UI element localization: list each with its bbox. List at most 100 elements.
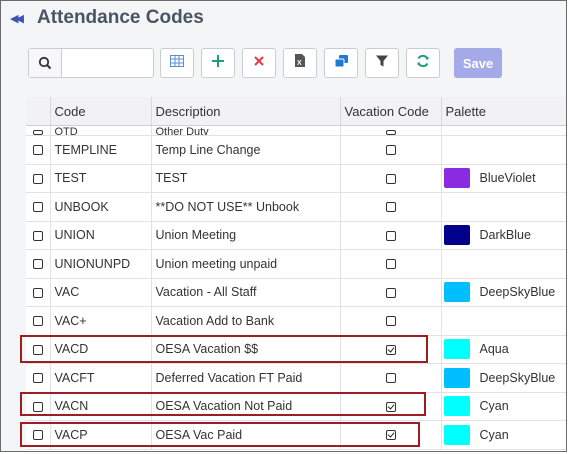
table-row[interactable]: VAC+ Vacation Add to Bank (26, 306, 566, 336)
table-row[interactable]: UNIONUNPD Union meeting unpaid (26, 249, 566, 279)
copy-icon (334, 54, 349, 73)
row-select-checkbox[interactable] (32, 401, 43, 412)
palette-cell: DeepSkyBlue (441, 363, 566, 393)
row-select-checkbox[interactable] (32, 202, 43, 213)
row-select-checkbox[interactable] (32, 430, 43, 441)
table-row[interactable]: UNION Union Meeting DarkBlue (26, 221, 566, 250)
vacation-code-column-header[interactable]: Vacation Code (340, 97, 442, 126)
filter-button[interactable] (365, 48, 399, 78)
description-cell: Vacation Add to Bank (151, 306, 341, 336)
table-row[interactable]: TEST TEST BlueViolet (26, 164, 566, 193)
search-box (28, 48, 154, 78)
description-cell: TEST (151, 164, 341, 193)
vacation-code-checkbox[interactable] (385, 344, 396, 355)
palette-cell (441, 135, 566, 165)
row-select-checkbox[interactable] (32, 145, 43, 156)
table-row[interactable]: VACFT Deferred Vacation FT Paid DeepSkyBlu… (26, 363, 566, 393)
page-title: Attendance Codes (37, 7, 204, 28)
palette-cell: BlueViolet (441, 164, 566, 193)
palette-name: Aqua (479, 342, 509, 357)
add-button[interactable] (201, 48, 235, 78)
vacation-code-checkbox[interactable] (385, 173, 396, 184)
table-row[interactable]: VAC Vacation - All Staff DeepSkyBlue (26, 278, 566, 307)
palette-name: DeepSkyBlue (479, 370, 556, 385)
vacation-code-checkbox[interactable] (385, 129, 396, 135)
table-row[interactable]: UNBOOK **DO NOT USE** Unbook (26, 192, 566, 222)
table-row[interactable]: OTD Other Duty (26, 125, 566, 136)
palette-column-header[interactable]: Palette (441, 97, 566, 126)
grid-view-button[interactable] (160, 48, 194, 78)
palette-name: DeepSkyBlue (479, 285, 556, 300)
palette-cell (441, 249, 566, 279)
row-select-checkbox[interactable] (32, 129, 43, 135)
row-select-checkbox[interactable] (32, 230, 43, 241)
palette-name: DarkBlue (479, 228, 531, 243)
page-header: ◀◀ Attendance Codes (1, 1, 566, 39)
code-cell: VACFT (50, 363, 152, 393)
description-cell: **DO NOT USE** Unbook (151, 192, 341, 222)
grid-icon (170, 54, 184, 72)
palette-cell (441, 306, 566, 336)
description-cell: OESA Vacation Not Paid (151, 392, 341, 421)
svg-text:X: X (297, 60, 302, 67)
double-chevron-left-icon[interactable]: ◀◀ (10, 12, 26, 26)
vacation-code-checkbox[interactable] (385, 373, 396, 384)
plus-icon (211, 54, 225, 73)
code-cell: OTD (50, 125, 152, 136)
palette-cell: Aqua (441, 335, 566, 364)
row-select-checkbox[interactable] (32, 316, 43, 327)
palette-name: Cyan (479, 399, 509, 414)
palette-cell: Cyan (441, 392, 566, 421)
vacation-code-checkbox[interactable] (385, 202, 396, 213)
export-excel-button[interactable]: X (283, 48, 317, 78)
vacation-code-checkbox[interactable] (385, 316, 396, 327)
code-cell: TEST (50, 164, 152, 193)
delete-button[interactable] (242, 48, 276, 78)
save-button[interactable]: Save (454, 48, 502, 78)
color-swatch (443, 225, 470, 246)
vacation-code-checkbox[interactable] (385, 145, 396, 156)
toolbar: X Save (1, 41, 566, 91)
vacation-code-checkbox[interactable] (385, 230, 396, 241)
row-select-checkbox[interactable] (32, 373, 43, 384)
vacation-code-checkbox[interactable] (385, 259, 396, 270)
description-cell: OESA Vacation $$ (151, 335, 341, 364)
description-cell: Union Meeting (151, 221, 341, 250)
table-row[interactable]: VACP OESA Vac Paid Cyan (26, 420, 566, 450)
table-row[interactable]: TEMPLINE Temp Line Change (26, 135, 566, 165)
color-swatch (443, 424, 470, 445)
attendance-codes-grid: Code Description Vacation Code Palette O… (26, 97, 566, 451)
color-swatch (443, 339, 470, 360)
refresh-icon (416, 54, 430, 73)
description-column-header[interactable]: Description (151, 97, 341, 126)
row-select-checkbox[interactable] (32, 259, 43, 270)
row-select-checkbox[interactable] (32, 344, 43, 355)
vacation-code-checkbox[interactable] (385, 287, 396, 298)
table-row[interactable]: VACD OESA Vacation $$ Aqua (26, 335, 566, 364)
code-cell: VACD (50, 335, 152, 364)
copy-button[interactable] (324, 48, 358, 78)
close-icon (253, 54, 265, 72)
code-column-header[interactable]: Code (50, 97, 152, 126)
select-column-header[interactable] (26, 97, 51, 126)
code-cell: UNIONUNPD (50, 249, 152, 279)
vacation-code-checkbox[interactable] (385, 401, 396, 412)
color-swatch (443, 282, 470, 303)
refresh-button[interactable] (406, 48, 440, 78)
description-cell: Vacation - All Staff (151, 278, 341, 307)
attendance-codes-window: ◀◀ Attendance Codes X Save Code Descript… (0, 0, 567, 452)
palette-cell: Cyan (441, 420, 566, 450)
description-cell: Other Duty (151, 125, 341, 136)
code-cell: UNBOOK (50, 192, 152, 222)
vacation-code-checkbox[interactable] (385, 430, 396, 441)
search-icon[interactable] (29, 49, 62, 77)
search-input[interactable] (62, 50, 154, 76)
description-cell: Temp Line Change (151, 135, 341, 165)
code-cell: VAC+ (50, 306, 152, 336)
row-select-checkbox[interactable] (32, 287, 43, 298)
table-row[interactable]: VACN OESA Vacation Not Paid Cyan (26, 392, 566, 421)
code-cell: UNION (50, 221, 152, 250)
row-select-checkbox[interactable] (32, 173, 43, 184)
palette-cell (441, 192, 566, 222)
palette-cell: DeepSkyBlue (441, 278, 566, 307)
